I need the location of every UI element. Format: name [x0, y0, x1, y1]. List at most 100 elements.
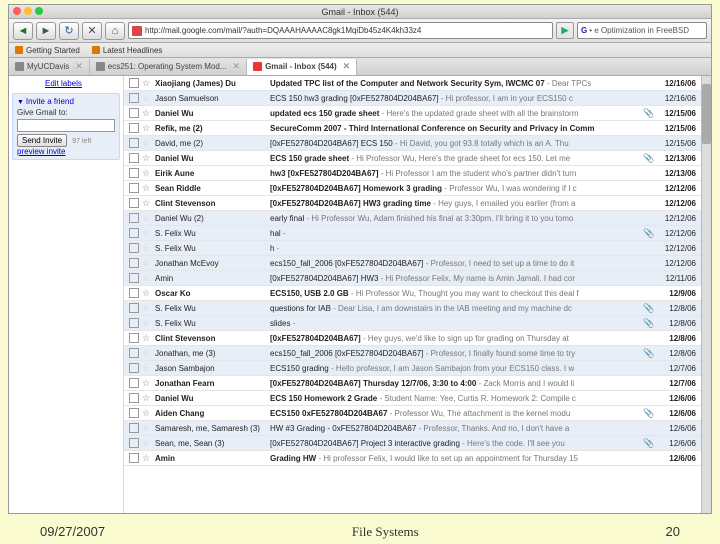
star-icon[interactable]: ☆	[142, 363, 152, 374]
select-checkbox[interactable]	[129, 243, 139, 253]
mail-row[interactable]: ☆Daniel Wuupdated ecs 150 grade sheet - …	[124, 106, 701, 121]
select-checkbox[interactable]	[129, 318, 139, 328]
select-checkbox[interactable]	[129, 393, 139, 403]
select-checkbox[interactable]	[129, 378, 139, 388]
select-checkbox[interactable]	[129, 153, 139, 163]
mail-row[interactable]: ☆Amin[0xFE527804D204BA67] HW3 - Hi Profe…	[124, 271, 701, 286]
star-icon[interactable]: ☆	[142, 138, 152, 149]
star-icon[interactable]: ☆	[142, 273, 152, 284]
select-checkbox[interactable]	[129, 288, 139, 298]
star-icon[interactable]: ☆	[142, 333, 152, 344]
back-button[interactable]: ◄	[13, 22, 33, 40]
reload-button[interactable]: ↻	[59, 22, 79, 40]
home-button[interactable]: ⌂	[105, 22, 125, 40]
star-icon[interactable]: ☆	[142, 423, 152, 434]
select-checkbox[interactable]	[129, 213, 139, 223]
star-icon[interactable]: ☆	[142, 393, 152, 404]
mail-row[interactable]: ☆Jonathan McEvoyecs150_fall_2006 [0xFE52…	[124, 256, 701, 271]
mail-row[interactable]: ☆Jonathan, me (3)ecs150_fall_2006 [0xFE5…	[124, 346, 701, 361]
select-checkbox[interactable]	[129, 333, 139, 343]
star-icon[interactable]: ☆	[142, 108, 152, 119]
select-checkbox[interactable]	[129, 183, 139, 193]
edit-labels-link[interactable]: Edit labels	[39, 78, 123, 89]
select-checkbox[interactable]	[129, 258, 139, 268]
select-checkbox[interactable]	[129, 198, 139, 208]
scrollbar[interactable]	[701, 76, 711, 513]
mail-row[interactable]: ☆Daniel WuECS 150 Homework 2 Grade - Stu…	[124, 391, 701, 406]
star-icon[interactable]: ☆	[142, 78, 152, 89]
url-bar[interactable]: http://mail.google.com/mail/?auth=DQAAAH…	[128, 22, 553, 39]
bookmark-latest-headlines[interactable]: Latest Headlines	[92, 46, 163, 55]
select-checkbox[interactable]	[129, 363, 139, 373]
mail-row[interactable]: ☆Jason SambajonECS150 grading - Hello pr…	[124, 361, 701, 376]
star-icon[interactable]: ☆	[142, 303, 152, 314]
select-checkbox[interactable]	[129, 438, 139, 448]
star-icon[interactable]: ☆	[142, 198, 152, 209]
select-checkbox[interactable]	[129, 123, 139, 133]
mail-row[interactable]: ☆Daniel Wu (2)early final - Hi Professor…	[124, 211, 701, 226]
mail-row[interactable]: ☆Jason SamuelsonECS 150 hw3 grading [0xF…	[124, 91, 701, 106]
tab-close-icon[interactable]: ✕	[233, 61, 241, 72]
tab-ecs251[interactable]: ecs251: Operating System Mod... ✕	[90, 59, 247, 75]
zoom-window-button[interactable]	[35, 7, 43, 15]
star-icon[interactable]: ☆	[142, 93, 152, 104]
mail-row[interactable]: ☆Oscar KoECS150, USB 2.0 GB - Hi Profess…	[124, 286, 701, 301]
select-checkbox[interactable]	[129, 408, 139, 418]
tab-gmail-inbox[interactable]: Gmail - Inbox (544) ✕	[247, 59, 357, 75]
star-icon[interactable]: ☆	[142, 153, 152, 164]
star-icon[interactable]: ☆	[142, 453, 152, 464]
select-checkbox[interactable]	[129, 78, 139, 88]
select-checkbox[interactable]	[129, 108, 139, 118]
mail-row[interactable]: ☆David, me (2)[0xFE527804D204BA67] ECS 1…	[124, 136, 701, 151]
star-icon[interactable]: ☆	[142, 348, 152, 359]
mail-row[interactable]: ☆Samaresh, me, Samaresh (3)HW #3 Grading…	[124, 421, 701, 436]
star-icon[interactable]: ☆	[142, 378, 152, 389]
minimize-window-button[interactable]	[24, 7, 32, 15]
tab-myucdavis[interactable]: MyUCDavis ✕	[9, 59, 90, 75]
close-window-button[interactable]	[13, 7, 21, 15]
mail-row[interactable]: ☆S. Felix Wuhal -📎12/12/06	[124, 226, 701, 241]
star-icon[interactable]: ☆	[142, 228, 152, 239]
select-checkbox[interactable]	[129, 348, 139, 358]
select-checkbox[interactable]	[129, 273, 139, 283]
tab-close-icon[interactable]: ✕	[75, 61, 83, 72]
star-icon[interactable]: ☆	[142, 258, 152, 269]
star-icon[interactable]: ☆	[142, 408, 152, 419]
select-checkbox[interactable]	[129, 423, 139, 433]
star-icon[interactable]: ☆	[142, 243, 152, 254]
tab-close-icon[interactable]: ✕	[343, 61, 351, 72]
star-icon[interactable]: ☆	[142, 438, 152, 449]
go-button[interactable]: ▶	[556, 22, 574, 39]
search-box[interactable]: G • e Optimization in FreeBSD	[577, 22, 707, 39]
mail-row[interactable]: ☆Sean Riddle[0xFE527804D204BA67] Homewor…	[124, 181, 701, 196]
mail-row[interactable]: ☆Eirik Aunehw3 [0xFE527804D204BA67] - Hi…	[124, 166, 701, 181]
mail-row[interactable]: ☆Jonathan Fearn[0xFE527804D204BA67] Thur…	[124, 376, 701, 391]
bookmark-getting-started[interactable]: Getting Started	[15, 46, 80, 55]
mail-row[interactable]: ☆AminGrading HW - Hi professor Felix, I …	[124, 451, 701, 466]
stop-button[interactable]: ✕	[82, 22, 102, 40]
select-checkbox[interactable]	[129, 168, 139, 178]
star-icon[interactable]: ☆	[142, 183, 152, 194]
mail-row[interactable]: ☆Refik, me (2)SecureComm 2007 - Third In…	[124, 121, 701, 136]
scrollbar-thumb[interactable]	[702, 84, 711, 144]
mail-row[interactable]: ☆Xiaojiang (James) DuUpdated TPC list of…	[124, 76, 701, 91]
select-checkbox[interactable]	[129, 303, 139, 313]
mail-row[interactable]: ☆Aiden ChangECS150 0xFE527804D204BA67 - …	[124, 406, 701, 421]
mail-row[interactable]: ☆S. Felix Wuh -12/12/06	[124, 241, 701, 256]
star-icon[interactable]: ☆	[142, 318, 152, 329]
invite-title[interactable]: Invite a friend	[17, 97, 115, 106]
select-checkbox[interactable]	[129, 228, 139, 238]
mail-row[interactable]: ☆Clint Stevenson[0xFE527804D204BA67] HW3…	[124, 196, 701, 211]
star-icon[interactable]: ☆	[142, 123, 152, 134]
star-icon[interactable]: ☆	[142, 288, 152, 299]
mail-row[interactable]: ☆S. Felix Wuslides -📎12/8/06	[124, 316, 701, 331]
star-icon[interactable]: ☆	[142, 168, 152, 179]
mail-row[interactable]: ☆Clint Stevenson[0xFE527804D204BA67] - H…	[124, 331, 701, 346]
forward-button[interactable]: ►	[36, 22, 56, 40]
select-checkbox[interactable]	[129, 138, 139, 148]
mail-row[interactable]: ☆S. Felix Wuquestions for IAB - Dear Lis…	[124, 301, 701, 316]
invite-email-input[interactable]	[17, 119, 115, 132]
select-checkbox[interactable]	[129, 93, 139, 103]
select-checkbox[interactable]	[129, 453, 139, 463]
preview-invite-link[interactable]: preview invite	[17, 147, 115, 156]
